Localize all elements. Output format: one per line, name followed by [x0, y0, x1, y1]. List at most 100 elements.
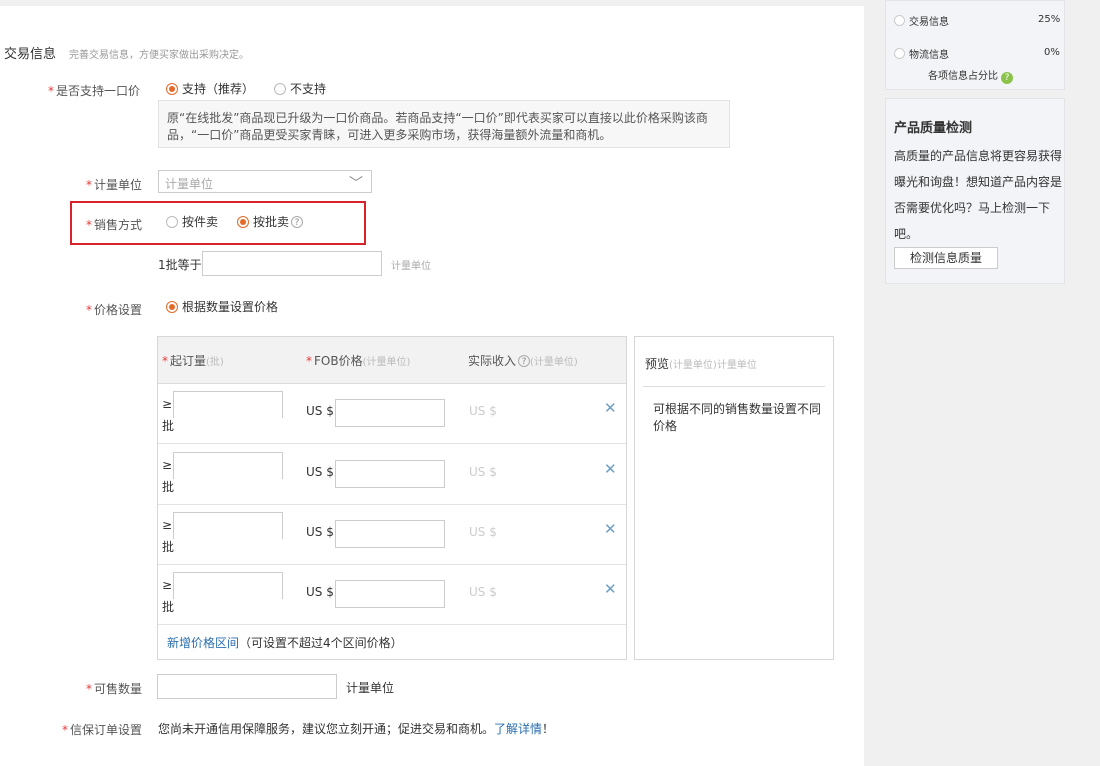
sale-by-batch-radio[interactable]: 按批卖? — [237, 213, 304, 230]
ge-symbol: ≥ — [162, 397, 173, 411]
currency-label: US $ — [306, 585, 334, 599]
sale-by-piece-label: 按件卖 — [182, 215, 219, 229]
moq-input[interactable] — [173, 391, 283, 418]
price-row: ≥ 批 US $ US $ ✕ — [158, 564, 626, 625]
chevron-down-icon: ﹀ — [349, 176, 363, 192]
moq-input[interactable] — [173, 512, 283, 539]
price-setting-label: 价格设置 — [94, 303, 143, 317]
moq-input[interactable] — [173, 572, 283, 599]
one-price-no-radio[interactable]: 不支持 — [274, 80, 326, 97]
fob-price-input[interactable] — [335, 460, 445, 488]
price-row: ≥ 批 US $ US $ ✕ — [158, 444, 626, 505]
ge-symbol: ≥ — [162, 518, 173, 532]
help-question-icon[interactable]: ? — [1001, 72, 1013, 84]
radio-checked-icon — [237, 216, 249, 228]
check-circle-icon — [894, 15, 905, 26]
delete-row-icon[interactable]: ✕ — [604, 460, 617, 478]
moq-input[interactable] — [173, 452, 283, 479]
required-mark: * — [86, 218, 92, 232]
info-progress-panel: 交易信息 25% 物流信息 0% 各项信息占分比? — [885, 0, 1065, 90]
actual-header-label: 实际收入 — [468, 354, 517, 368]
price-by-quantity-label: 根据数量设置价格 — [182, 300, 279, 314]
unit-label: 计量单位 — [94, 178, 143, 192]
batch-unit: 批 — [162, 419, 175, 433]
credit-order-label: 信保订单设置 — [70, 723, 143, 737]
radio-unchecked-icon — [274, 83, 286, 95]
fob-price-input[interactable] — [335, 399, 445, 427]
one-price-yes-label: 支持（推荐） — [182, 82, 255, 96]
available-label: 可售数量 — [94, 682, 143, 696]
required-mark: * — [86, 178, 92, 192]
batch-unit: 批 — [162, 540, 175, 554]
sale-mode-label-row: * 销售方式 — [86, 216, 142, 233]
fob-price-input[interactable] — [335, 520, 445, 548]
moq-header-unit: (批) — [206, 357, 224, 368]
progress-item-label: 物流信息 — [909, 50, 949, 61]
progress-item-pct: 25% — [1038, 14, 1061, 25]
price-row: ≥ 批 US $ US $ ✕ — [158, 504, 626, 565]
available-label-row: * 可售数量 — [86, 680, 142, 697]
fob-header-unit: (计量单位) — [362, 357, 411, 368]
help-question-icon[interactable]: ? — [291, 216, 304, 228]
price-row: ≥ 批 US $ US $ ✕ — [158, 383, 626, 444]
preview-text: 可根据不同的销售数量设置不同价格 — [653, 402, 822, 433]
progress-item-logistics: 物流信息 — [894, 46, 949, 61]
radio-unchecked-icon — [166, 216, 178, 228]
batch-quantity-input[interactable] — [202, 251, 382, 276]
sale-by-batch-label: 按批卖 — [253, 215, 290, 229]
quality-title: 产品质量检测 — [894, 121, 973, 136]
batch-unit: 批 — [162, 600, 175, 614]
progress-footer-label: 各项信息占分比 — [928, 71, 998, 82]
fob-header: * FOB价格(计量单位) — [306, 352, 410, 369]
actual-header-unit: (计量单位) — [530, 357, 578, 368]
credit-order-tail: ！ — [542, 722, 555, 736]
one-price-tip: 原“在线批发”商品现已升级为一口价商品。若商品支持“一口价”即代表买家可以直接以… — [158, 100, 730, 148]
moq-header-label: 起订量 — [170, 354, 207, 368]
ge-symbol: ≥ — [162, 578, 173, 592]
quality-description: 高质量的产品信息将更容易获得曝光和询盘！想知道产品内容是否需要优化吗？马上检测一… — [894, 149, 1063, 241]
add-price-range-link[interactable]: 新增价格区间 — [167, 636, 239, 650]
one-price-yes-radio[interactable]: 支持（推荐） — [166, 80, 254, 97]
preview-unit-2: 计量单位 — [716, 360, 757, 371]
preview-title: 预览 — [645, 357, 670, 371]
delete-row-icon[interactable]: ✕ — [604, 399, 617, 417]
required-mark: * — [62, 723, 68, 737]
sale-by-piece-radio[interactable]: 按件卖 — [166, 213, 218, 230]
required-mark: * — [48, 84, 54, 98]
fob-header-label: FOB价格 — [314, 354, 363, 368]
unit-select[interactable]: 计量单位 ﹀ — [158, 170, 372, 193]
unit-label-row: * 计量单位 — [86, 176, 142, 193]
help-question-icon[interactable]: ? — [518, 355, 531, 367]
moq-header: * 起订量(批) — [162, 352, 224, 369]
credit-order-text: 您尚未开通信用保障服务，建议您立刻开通；促进交易和商机。 — [158, 722, 495, 736]
actual-income-value: US $ — [469, 585, 497, 599]
ge-symbol: ≥ — [162, 458, 173, 472]
delete-row-icon[interactable]: ✕ — [604, 520, 617, 538]
add-price-range-note: （可设置不超过4个区间价格） — [239, 636, 403, 650]
one-price-label-row: * 是否支持一口价 — [48, 82, 140, 99]
credit-order-text-row: 您尚未开通信用保障服务，建议您立刻开通；促进交易和商机。了解详情！ — [158, 720, 554, 737]
required-mark: * — [306, 354, 312, 368]
delete-row-icon[interactable]: ✕ — [604, 580, 617, 598]
learn-more-link[interactable]: 了解详情 — [494, 722, 542, 736]
preview-unit: (计量单位) — [669, 360, 717, 371]
sale-mode-label: 销售方式 — [94, 218, 143, 232]
available-unit: 计量单位 — [346, 681, 395, 695]
available-quantity-input[interactable] — [157, 674, 337, 699]
section-hint: 完善交易信息，方便买家做出采购决定。 — [69, 50, 249, 61]
batch-unit-hint: 计量单位 — [391, 261, 431, 272]
progress-item-trade: 交易信息 — [894, 13, 949, 28]
unit-select-placeholder: 计量单位 — [165, 177, 214, 191]
currency-label: US $ — [306, 465, 334, 479]
section-title: 交易信息 — [4, 47, 57, 62]
progress-item-label: 交易信息 — [909, 17, 949, 28]
currency-label: US $ — [306, 525, 334, 539]
check-quality-button[interactable]: 检测信息质量 — [894, 247, 998, 269]
actual-income-value: US $ — [469, 525, 497, 539]
price-by-quantity-radio[interactable]: 根据数量设置价格 — [166, 298, 278, 315]
actual-income-value: US $ — [469, 404, 497, 418]
batch-unit: 批 — [162, 480, 175, 494]
actual-income-value: US $ — [469, 465, 497, 479]
currency-label: US $ — [306, 404, 334, 418]
fob-price-input[interactable] — [335, 580, 445, 608]
